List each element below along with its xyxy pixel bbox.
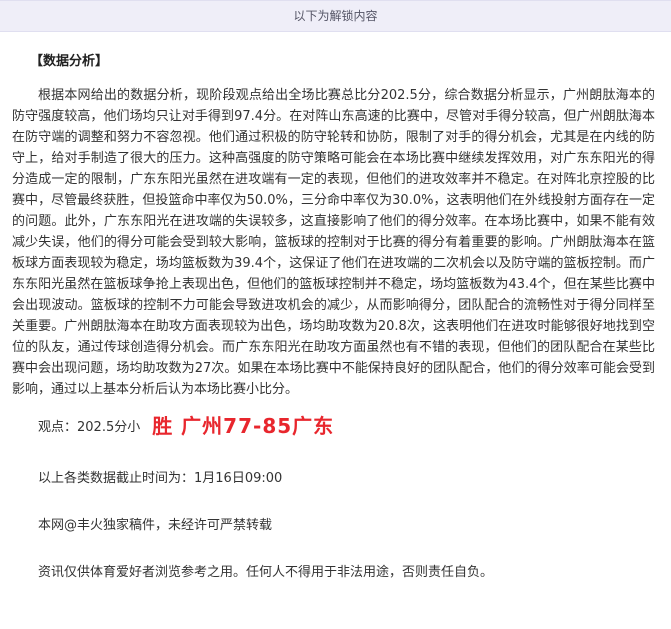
section-title: 【数据分析】 [30, 54, 109, 69]
unlocked-content-banner: 以下为解锁内容 [0, 0, 671, 32]
verdict-label: 观点：202.5分小 [38, 420, 141, 435]
match-pick: 胜 广州77-85广东 [152, 414, 335, 438]
data-deadline: 以上各类数据截止时间为：1月16日09:00 [38, 471, 283, 486]
analysis-paragraph: 根据本网给出的数据分析，现阶段观点给出全场比赛总比分202.5分，综合数据分析显… [12, 88, 655, 397]
copyright-notice: 本网@丰火独家稿件，未经许可严禁转载 [38, 518, 273, 533]
banner-text: 以下为解锁内容 [293, 9, 378, 23]
disclaimer: 资讯仅供体育爱好者浏览参考之用。任何人不得用于非法用途，否则责任自负。 [38, 565, 494, 580]
article-body: 【数据分析】 根据本网给出的数据分析，现阶段观点给出全场比赛总比分202.5分，… [0, 50, 671, 580]
verdict-row: 观点：202.5分小 胜 广州77-85广东 [12, 410, 655, 439]
